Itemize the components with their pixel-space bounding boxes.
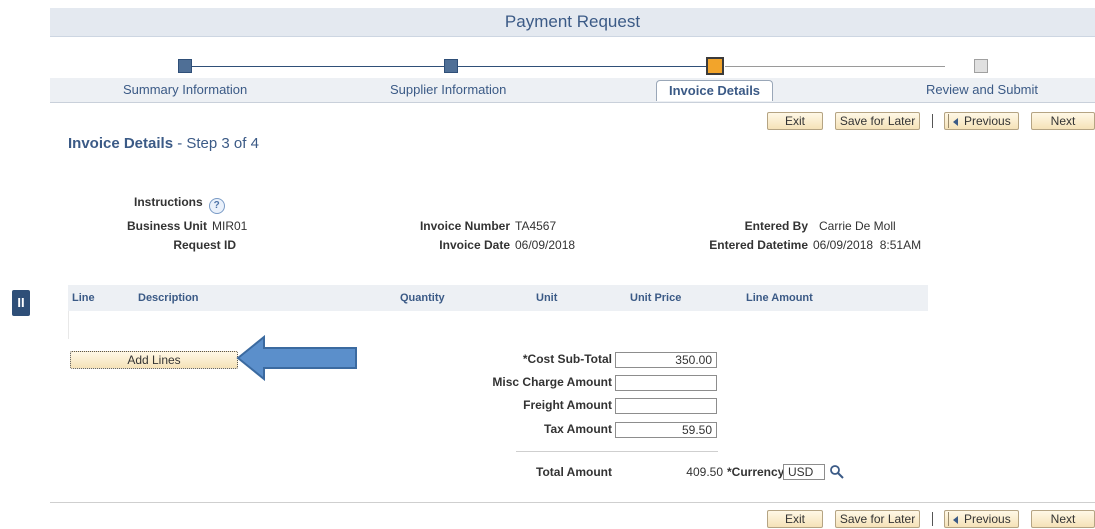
toolbar-separator [932, 512, 933, 526]
toolbar-separator [932, 114, 933, 128]
previous-button-bottom[interactable]: Previous [944, 510, 1019, 528]
page-heading: Invoice Details - Step 3 of 4 [68, 135, 259, 152]
side-panel-handle[interactable]: II [12, 290, 30, 316]
help-icon[interactable]: ? [208, 198, 225, 214]
add-lines-button[interactable]: Add Lines [70, 351, 238, 369]
save-for-later-button-top[interactable]: Save for Later [835, 112, 920, 130]
instructions-label: Instructions [134, 195, 203, 209]
cost-subtotal-label: *Cost Sub-Total [522, 352, 612, 366]
total-amount-label: Total Amount [536, 465, 612, 479]
exit-button-top[interactable]: Exit [767, 112, 823, 130]
triangle-left-icon [953, 118, 958, 126]
total-amount-value: 409.50 [686, 465, 723, 479]
entered-datetime-label: Entered Datetime [709, 238, 808, 252]
col-unit[interactable]: Unit [536, 292, 557, 304]
step-node-review[interactable] [974, 59, 988, 73]
misc-charge-label: Misc Charge Amount [492, 375, 612, 389]
invoice-number-label: Invoice Number [419, 219, 510, 233]
step-node-invoice [706, 57, 724, 75]
callout-arrow-icon [236, 335, 357, 381]
request-id-label: Request ID [173, 238, 236, 252]
entered-datetime-value: 06/09/2018 8:51AM [813, 238, 922, 252]
freight-amount-field[interactable] [615, 398, 717, 414]
next-button-top[interactable]: Next [1031, 112, 1095, 130]
tax-amount-label: Tax Amount [544, 422, 612, 436]
entered-by-value: Carrie De Moll [819, 219, 896, 233]
totals-divider [516, 451, 718, 452]
invoice-date-label: Invoice Date [439, 238, 510, 252]
invoice-number-value: TA4567 [515, 219, 557, 233]
page-heading-step: - Step 3 of 4 [173, 135, 259, 152]
previous-bar [948, 512, 949, 526]
business-unit-value: MIR01 [212, 219, 248, 233]
step-label-review[interactable]: Review and Submit [926, 82, 1038, 97]
col-line-amount[interactable]: Line Amount [746, 292, 813, 304]
train-connector [185, 66, 458, 67]
col-unit-price[interactable]: Unit Price [630, 292, 681, 304]
invoice-lines-grid-body [68, 311, 929, 339]
page-heading-bold: Invoice Details [68, 135, 174, 152]
col-line[interactable]: Line [72, 292, 95, 304]
invoice-lines-grid-header: Line Description Quantity Unit Unit Pric… [68, 285, 928, 311]
step-node-summary[interactable] [178, 59, 192, 73]
train-connector [725, 66, 945, 67]
previous-bar [948, 114, 949, 128]
next-button-bottom[interactable]: Next [1031, 510, 1095, 528]
instructions-row: Instructions? [134, 195, 225, 214]
lookup-search-icon[interactable] [829, 464, 845, 480]
previous-label: Previous [964, 512, 1011, 526]
step-label-summary[interactable]: Summary Information [123, 82, 247, 97]
previous-label: Previous [964, 114, 1011, 128]
freight-amount-label: Freight Amount [523, 398, 612, 412]
step-train: Summary Information Supplier Information… [50, 37, 1095, 103]
col-description[interactable]: Description [138, 292, 199, 304]
currency-field[interactable]: USD [783, 464, 825, 480]
save-for-later-button-bottom[interactable]: Save for Later [835, 510, 920, 528]
step-tab-invoice: Invoice Details [656, 80, 774, 101]
business-unit-label: Business Unit [126, 219, 207, 233]
train-connector [458, 66, 715, 67]
step-label-supplier[interactable]: Supplier Information [390, 82, 506, 97]
entered-by-label: Entered By [744, 219, 808, 233]
currency-label: *Currency [727, 465, 785, 479]
misc-charge-field[interactable] [615, 375, 717, 391]
tax-amount-field[interactable]: 59.50 [615, 422, 717, 438]
previous-button-top[interactable]: Previous [944, 112, 1019, 130]
invoice-date-value: 06/09/2018 [515, 238, 576, 252]
triangle-left-icon [953, 516, 958, 524]
cost-subtotal-field[interactable]: 350.00 [615, 352, 717, 368]
page-title-banner: Payment Request [50, 8, 1095, 37]
bottom-divider [50, 502, 1095, 503]
step-node-supplier[interactable] [444, 59, 458, 73]
exit-button-bottom[interactable]: Exit [767, 510, 823, 528]
col-quantity[interactable]: Quantity [400, 292, 445, 304]
